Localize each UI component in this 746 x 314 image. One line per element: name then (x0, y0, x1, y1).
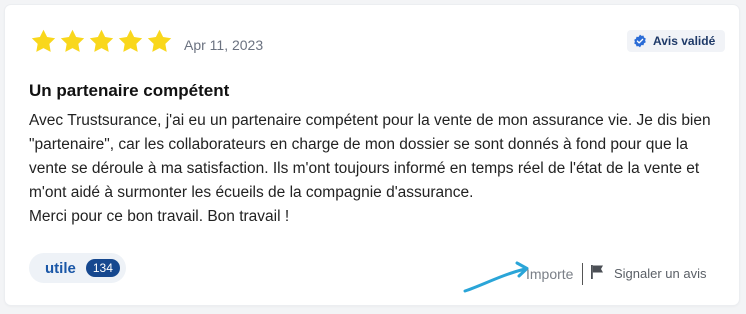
review-body: Avec Trustsurance, j'ai eu un partenaire… (29, 109, 719, 229)
star-icon (60, 29, 85, 52)
verified-check-icon (634, 34, 646, 48)
report-link[interactable]: Signaler un avis (614, 266, 707, 281)
useful-label: utile (45, 259, 76, 277)
flag-icon[interactable] (590, 264, 604, 280)
star-icon (118, 29, 143, 52)
star-icon (89, 29, 114, 52)
star-rating (29, 28, 174, 56)
useful-button[interactable]: utile 134 (29, 253, 126, 283)
import-link[interactable]: Importe (526, 266, 573, 282)
action-divider (582, 263, 583, 285)
review-paragraph: Merci pour ce bon travail. Bon travail ! (29, 208, 290, 225)
review-date: Apr 11, 2023 (184, 37, 264, 53)
star-icon (147, 29, 172, 52)
review-paragraph: Avec Trustsurance, j'ai eu un partenaire… (29, 112, 711, 201)
useful-count-badge: 134 (85, 259, 120, 277)
verified-badge: Avis validé (627, 30, 726, 52)
star-icon (31, 29, 56, 52)
review-card: Apr 11, 2023 Avis validé Un partenaire c… (5, 5, 739, 305)
verified-label: Avis validé (653, 34, 716, 48)
review-title: Un partenaire compétent (29, 81, 230, 100)
